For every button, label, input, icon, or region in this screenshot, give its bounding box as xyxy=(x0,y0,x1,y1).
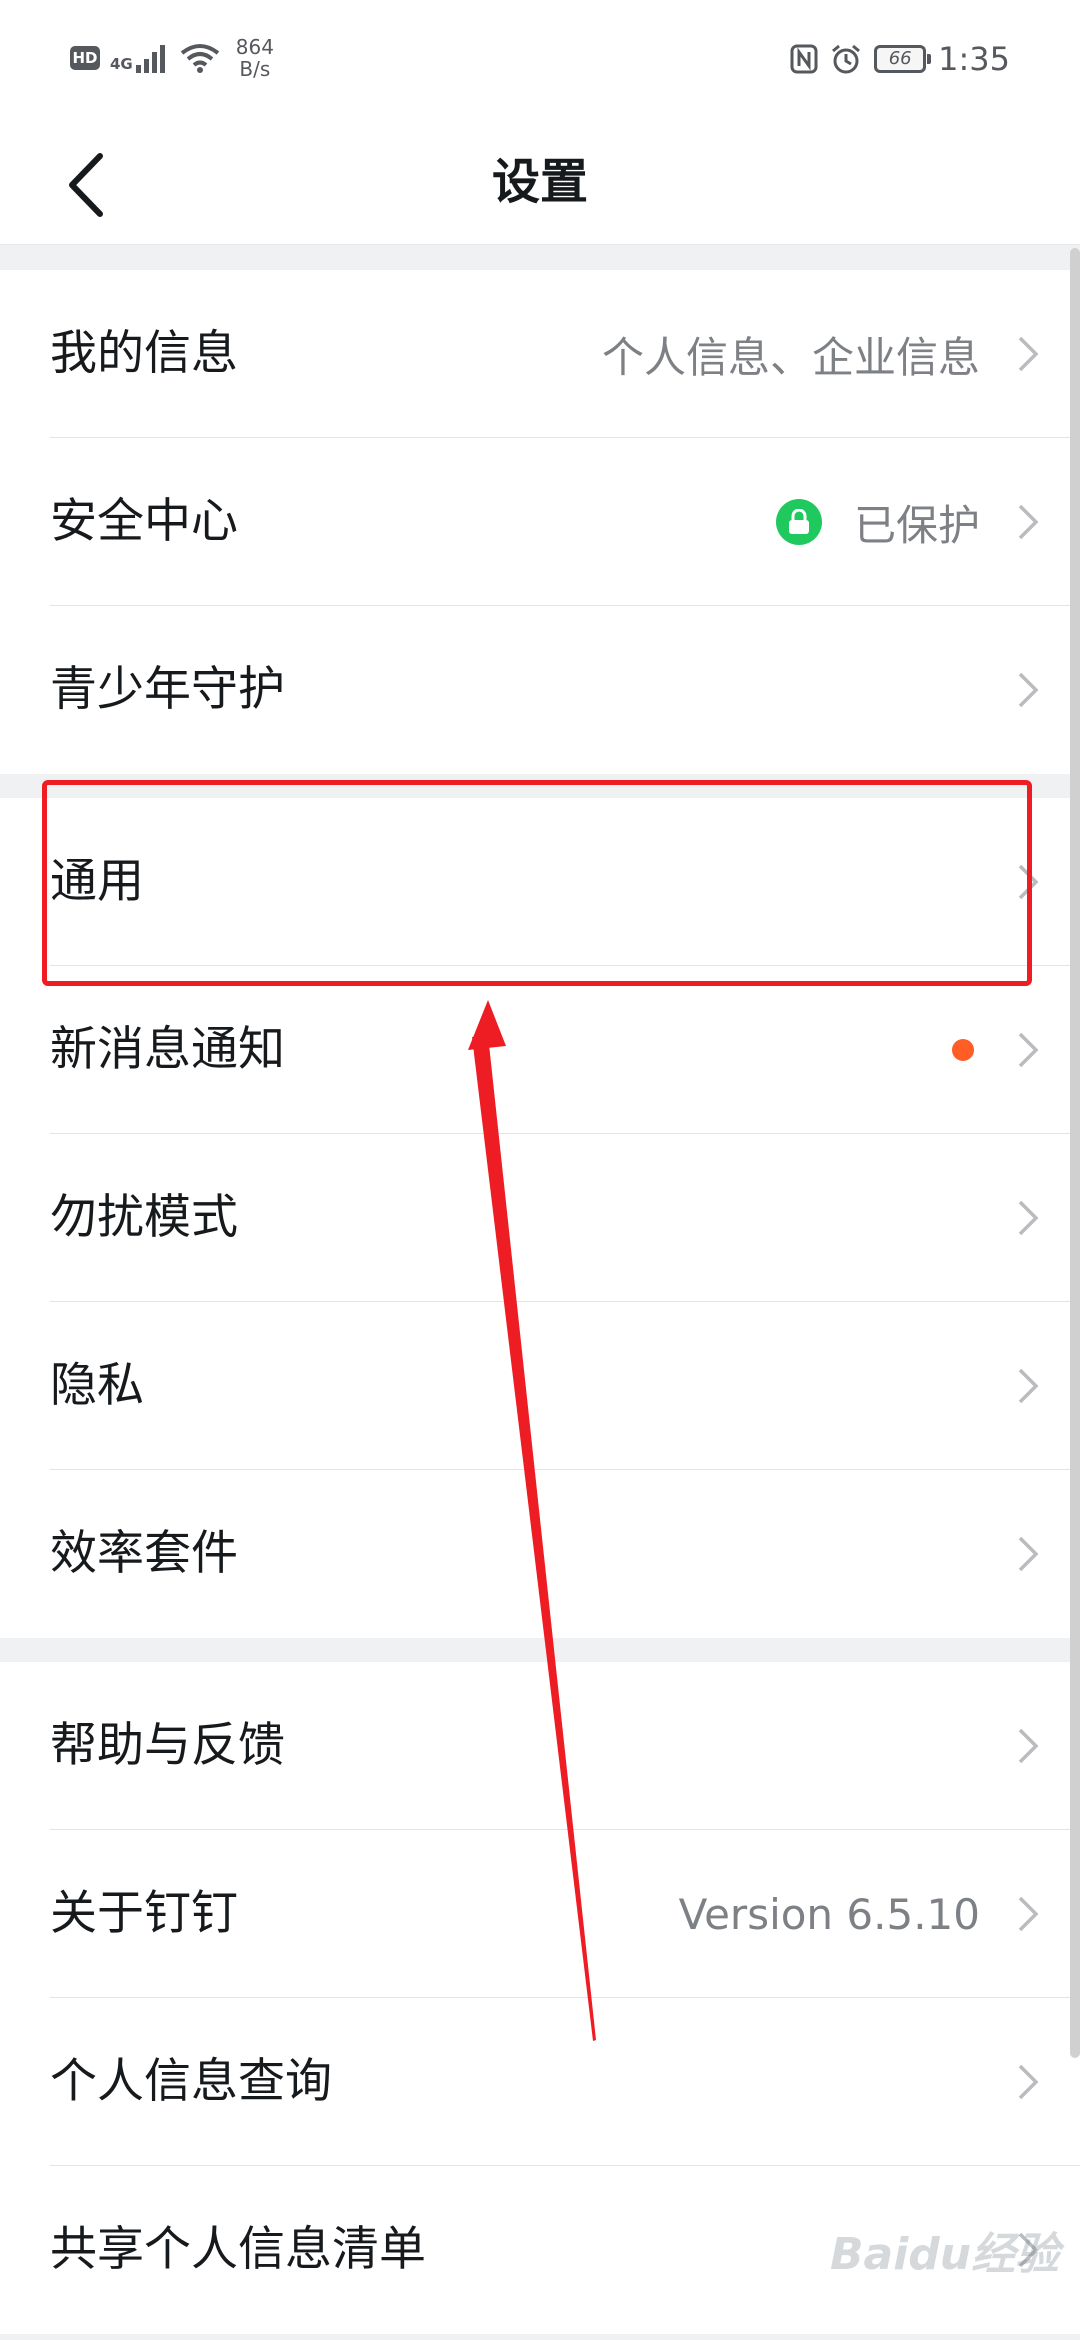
row-label: 新消息通知 xyxy=(50,1022,285,1077)
row-new-message-notification[interactable]: 新消息通知 xyxy=(0,966,1080,1134)
back-button[interactable] xyxy=(50,140,140,230)
lock-icon xyxy=(775,499,822,545)
status-left: HD 4G 864 B/s xyxy=(70,36,274,80)
back-arrow-icon[interactable] xyxy=(50,140,140,230)
settings-group-account: 我的信息 个人信息、企业信息 安全中心 已保护 青少年守护 xyxy=(0,270,1080,774)
row-label: 帮助与反馈 xyxy=(50,1718,285,1773)
network-type: 4G xyxy=(110,43,170,73)
row-label: 我的信息 xyxy=(50,326,238,381)
chevron-right-icon xyxy=(1018,864,1039,900)
status-right: 66 1:35 xyxy=(790,40,1010,78)
status-bar: HD 4G 864 B/s 66 1:35 xyxy=(0,0,1080,120)
row-personal-info-query[interactable]: 个人信息查询 xyxy=(0,1998,1080,2166)
row-teen-protection[interactable]: 青少年守护 xyxy=(0,606,1080,774)
chevron-right-icon xyxy=(1018,672,1039,708)
row-label: 个人信息查询 xyxy=(50,2054,332,2109)
chevron-right-icon xyxy=(1018,1896,1039,1932)
chevron-right-icon xyxy=(1018,1368,1039,1404)
row-label: 青少年守护 xyxy=(50,662,285,717)
version-value: Version 6.5.10 xyxy=(678,1889,980,1939)
row-productivity-suite[interactable]: 效率套件 xyxy=(0,1470,1080,1638)
wifi-icon xyxy=(180,44,219,73)
row-security-center[interactable]: 安全中心 已保护 xyxy=(0,438,1080,606)
scrollbar[interactable] xyxy=(1070,248,1080,2058)
row-label: 共享个人信息清单 xyxy=(50,2222,426,2277)
chevron-right-icon xyxy=(1018,504,1039,540)
settings-group-general: 通用 新消息通知 勿扰模式 隐私 效率套件 xyxy=(0,798,1080,1638)
row-label: 安全中心 xyxy=(50,494,238,549)
nfc-icon xyxy=(790,44,818,74)
row-label: 勿扰模式 xyxy=(50,1190,238,1245)
row-label: 通用 xyxy=(50,854,144,909)
row-label: 效率套件 xyxy=(50,1526,238,1581)
chevron-right-icon xyxy=(1018,336,1039,372)
chevron-right-icon xyxy=(1018,1728,1039,1764)
page-title: 设置 xyxy=(491,154,588,210)
chevron-right-icon xyxy=(1018,1032,1039,1068)
chevron-right-icon xyxy=(1018,1200,1039,1236)
row-my-info[interactable]: 我的信息 个人信息、企业信息 xyxy=(0,270,1080,438)
net-speed: 864 B/s xyxy=(235,35,274,81)
row-general[interactable]: 通用 xyxy=(0,798,1080,966)
watermark: Baidu经验 xyxy=(830,2229,1060,2280)
row-privacy[interactable]: 隐私 xyxy=(0,1302,1080,1470)
row-about-dingtalk[interactable]: 关于钉钉 Version 6.5.10 xyxy=(0,1830,1080,1998)
row-value: 已保护 xyxy=(853,500,980,550)
row-help-feedback[interactable]: 帮助与反馈 xyxy=(0,1662,1080,1830)
row-label: 关于钉钉 xyxy=(50,1886,238,1941)
row-label: 隐私 xyxy=(50,1358,144,1413)
nav-bar: 设置 xyxy=(0,120,1080,245)
chevron-right-icon xyxy=(1018,2064,1039,2100)
notification-dot xyxy=(952,1039,974,1061)
row-do-not-disturb[interactable]: 勿扰模式 xyxy=(0,1134,1080,1302)
battery-icon: 66 xyxy=(874,45,932,73)
chevron-right-icon xyxy=(1018,1536,1039,1572)
clock: 1:35 xyxy=(938,40,1010,78)
row-value: 个人信息、企业信息 xyxy=(601,332,980,382)
hd-badge: HD xyxy=(70,46,100,70)
alarm-icon xyxy=(832,44,861,74)
signal-icon xyxy=(135,45,165,73)
